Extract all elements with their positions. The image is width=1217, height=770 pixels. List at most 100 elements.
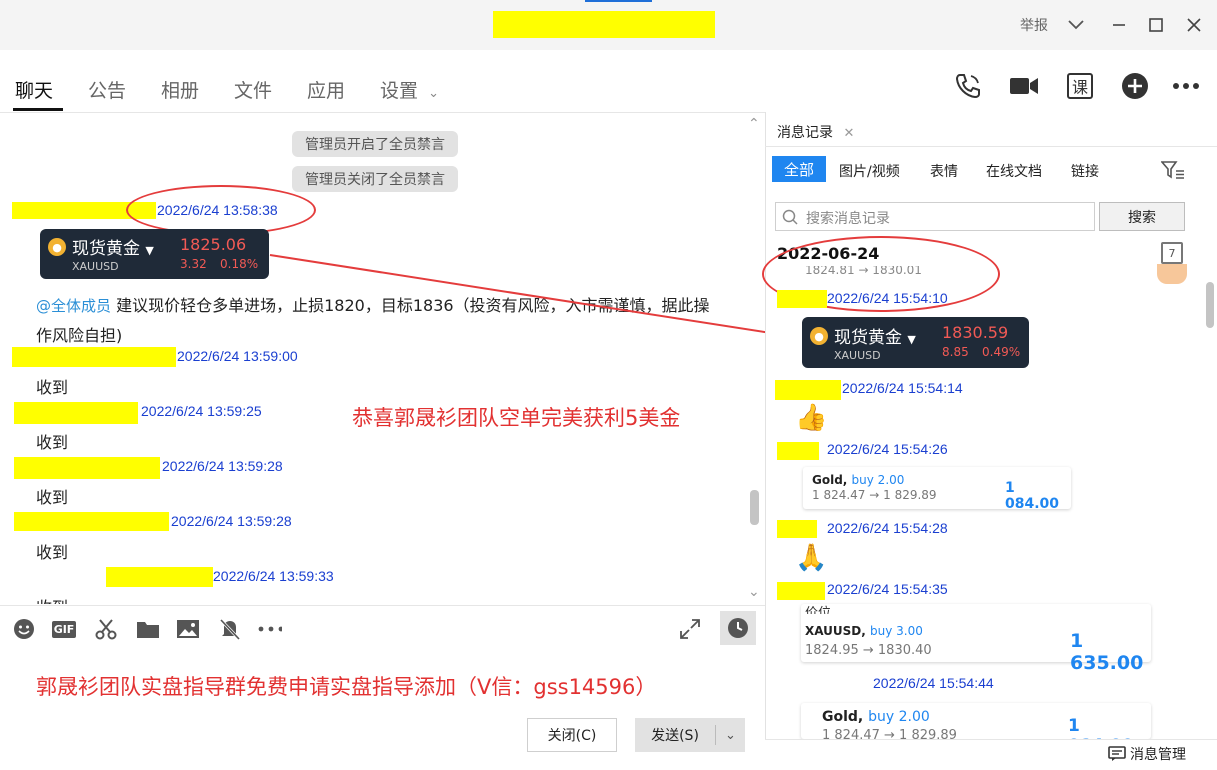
- add-icon[interactable]: [1119, 70, 1151, 102]
- stock-card[interactable]: ● 现货黄金 ▼ XAUUSD 1825.06 3.32 0.18%: [40, 229, 269, 279]
- trade-title: Gold, buy 2.00: [822, 709, 930, 725]
- thumbs-up-emoji: 👍: [795, 403, 828, 433]
- gold-coin-icon: ●: [810, 327, 828, 345]
- close-icon[interactable]: ✕: [843, 126, 854, 141]
- filter-stickers[interactable]: 表情: [930, 161, 958, 181]
- scissors-icon[interactable]: [94, 617, 118, 641]
- gif-label: GIF: [51, 620, 77, 638]
- history-tab[interactable]: 消息记录 ✕: [777, 122, 854, 142]
- trade-amount: 1 084.00: [1068, 716, 1134, 739]
- chevron-down-icon[interactable]: [1063, 12, 1089, 38]
- message-timestamp: 2022/6/24 13:59:33: [213, 568, 334, 584]
- calendar-icon[interactable]: 7: [1161, 242, 1183, 264]
- redacted-username: [14, 457, 160, 479]
- more-icon[interactable]: [1170, 70, 1202, 102]
- trade-side: buy 2.00: [868, 709, 930, 725]
- message-text: 收到: [36, 594, 68, 604]
- chevron-down-icon[interactable]: ⌄: [716, 728, 745, 743]
- thumbs-up-emoji-partial: [1157, 264, 1187, 284]
- message-text: 收到: [36, 433, 69, 452]
- stock-change-pct: 0.49%: [982, 345, 1021, 359]
- message-timestamp: 2022/6/24 13:59:25: [141, 403, 262, 419]
- system-message: 管理员开启了全员禁言: [292, 131, 458, 157]
- emoji-icon[interactable]: [12, 617, 36, 641]
- message-manager-icon: [1108, 746, 1126, 761]
- trade-prices: 1 824.47 → 1 829.89: [812, 488, 937, 502]
- filter-links[interactable]: 链接: [1071, 161, 1099, 181]
- phone-icon[interactable]: [952, 70, 984, 102]
- scroll-up-icon[interactable]: ⌃: [748, 116, 760, 132]
- filter-all[interactable]: 全部: [772, 156, 826, 182]
- stock-name: 现货黄金 ▼: [72, 234, 154, 259]
- stock-price: 1825.06: [180, 235, 247, 254]
- tab-announcement[interactable]: 公告: [88, 76, 126, 103]
- stock-change: 3.32: [180, 257, 207, 271]
- caret-down-icon: ▼: [145, 244, 154, 257]
- message-text: 收到: [36, 488, 69, 507]
- tab-settings-label: 设置: [380, 80, 419, 102]
- mention-all-link[interactable]: @全体成员: [36, 297, 111, 315]
- more-icon[interactable]: [258, 617, 282, 641]
- message-timestamp: 2022/6/24 13:59:28: [171, 513, 292, 529]
- redacted-username: [14, 402, 138, 424]
- history-stock-card[interactable]: ● 现货黄金 ▼ XAUUSD 1830.59 8.85 0.49%: [802, 317, 1029, 368]
- redacted-username: [777, 582, 825, 600]
- folder-icon[interactable]: [136, 617, 160, 641]
- trade-prices: 1 824.47 → 1 829.89: [822, 728, 957, 739]
- maximize-icon[interactable]: [1143, 12, 1169, 38]
- report-button[interactable]: 举报: [1020, 15, 1048, 35]
- redacted-username: [775, 380, 841, 400]
- image-icon[interactable]: [176, 617, 200, 641]
- history-timestamp: 2022/6/24 15:54:26: [827, 441, 948, 457]
- history-tab-label: 消息记录: [777, 125, 833, 141]
- redacted-username: [106, 567, 213, 587]
- send-button[interactable]: 发送(S) ⌄: [635, 718, 745, 752]
- trade-side: buy 3.00: [870, 624, 923, 638]
- history-scrollbar[interactable]: [1206, 282, 1214, 328]
- message-text: 收到: [36, 378, 69, 397]
- stock-change-pct: 0.18%: [220, 257, 259, 271]
- trade-card[interactable]: 价位 XAUUSD, buy 3.00 1824.95 → 1830.40 1 …: [801, 604, 1151, 674]
- minimize-icon[interactable]: [1106, 12, 1132, 38]
- message-manager-button[interactable]: 消息管理: [1108, 744, 1186, 764]
- scroll-down-icon[interactable]: ⌄: [748, 584, 760, 600]
- gif-icon[interactable]: GIF: [51, 617, 77, 641]
- announcement-message: @全体成员 建议现价轻仓多单进场，止损1820，目标1836（投资有风险，入市需…: [36, 291, 751, 350]
- tab-apps[interactable]: 应用: [307, 76, 345, 103]
- trade-amount: 1 084.00: [1005, 480, 1060, 512]
- tab-chat[interactable]: 聊天: [15, 76, 53, 103]
- tab-files[interactable]: 文件: [234, 76, 272, 103]
- trade-title: XAUUSD, buy 3.00: [805, 624, 923, 638]
- chevron-down-icon: ⌄: [428, 86, 439, 101]
- chat-scrollbar[interactable]: [750, 490, 759, 525]
- filter-docs[interactable]: 在线文档: [986, 161, 1042, 181]
- expand-icon[interactable]: [678, 617, 702, 641]
- filter-media[interactable]: 图片/视频: [839, 161, 900, 181]
- window-title-redacted: [493, 11, 715, 38]
- trade-card[interactable]: Gold, buy 2.00 1 824.47 → 1 829.89 1 084…: [803, 467, 1071, 512]
- tab-settings[interactable]: 设置 ⌄: [380, 76, 439, 103]
- stock-name: 现货黄金 ▼: [834, 323, 916, 348]
- search-button[interactable]: 搜索: [1099, 202, 1185, 231]
- tab-album[interactable]: 相册: [161, 76, 199, 103]
- trade-card[interactable]: Gold, buy 2.00 1 824.47 → 1 829.89 1 084…: [801, 703, 1151, 739]
- stock-price: 1830.59: [942, 323, 1009, 342]
- filter-icon[interactable]: [1160, 160, 1185, 184]
- history-clock-icon[interactable]: [720, 611, 756, 645]
- announcement-line2: 作风险自担): [36, 326, 123, 345]
- trade-side: buy 2.00: [851, 473, 905, 487]
- profit-annotation: 恭喜郭晟衫团队空单完美获利5美金: [352, 406, 681, 430]
- annotation-circle: [126, 185, 316, 235]
- class-icon[interactable]: 课: [1064, 70, 1096, 102]
- trade-symbol: XAUUSD,: [805, 624, 866, 638]
- close-button[interactable]: 关闭(C): [527, 718, 617, 752]
- send-label: 发送(S): [651, 728, 699, 744]
- draft-message[interactable]: 郭晟衫团队实盘指导群免费申请实盘指导添加（V信：gss14596）: [36, 671, 656, 701]
- video-icon[interactable]: [1008, 70, 1040, 102]
- history-timestamp: 2022/6/24 15:54:10: [827, 290, 948, 306]
- mute-icon[interactable]: [218, 617, 242, 641]
- trade-prices: 1824.95 → 1830.40: [805, 643, 932, 658]
- close-icon[interactable]: [1181, 12, 1207, 38]
- history-search-input[interactable]: 搜索消息记录: [775, 202, 1095, 231]
- redacted-username: [14, 512, 169, 531]
